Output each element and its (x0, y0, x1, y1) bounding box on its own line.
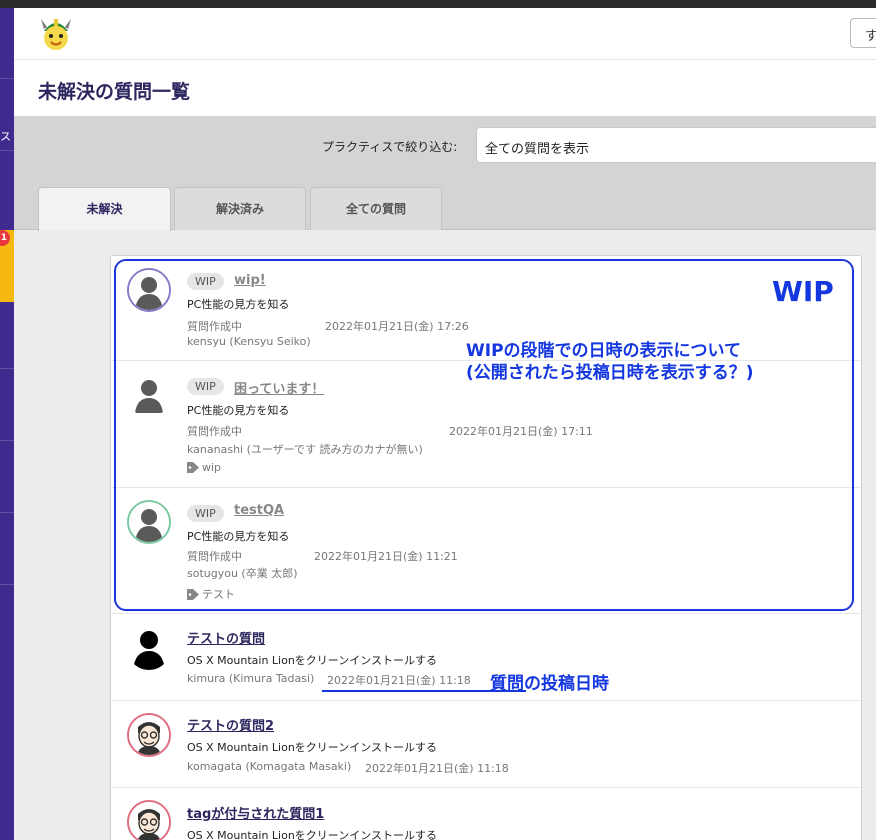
nav-divider (0, 584, 14, 585)
practice-filter-bar: プラクティスで絞り込む: 全ての質問を表示 (14, 116, 876, 176)
header: す (14, 8, 876, 60)
nav-divider (0, 150, 14, 151)
annotation-note-line: WIPの段階での日時の表示について (466, 341, 742, 361)
viking-logo-icon[interactable] (38, 13, 74, 53)
nav-divider (0, 368, 14, 369)
question-title-link[interactable]: tagが付与された質問1 (187, 803, 324, 822)
tab-all-questions[interactable]: 全ての質問 (310, 187, 442, 230)
annotation-note: WIPの段階での日時の表示について (公開されたら投稿日時を表示する？) (466, 340, 754, 384)
question-item: tagが付与された質問1 OS X Mountain Lionをクリーンインスト… (111, 788, 861, 840)
question-title-link[interactable]: テストの質問2 (187, 715, 274, 734)
page-title: 未解決の質問一覧 (38, 81, 191, 103)
nav-divider (0, 440, 14, 441)
nav-divider (0, 78, 14, 79)
question-date: 2022年01月21日(金) 11:18 (365, 762, 509, 775)
window-top-bar (0, 0, 876, 8)
avatar[interactable] (127, 626, 171, 670)
tab-solved[interactable]: 解決済み (174, 187, 306, 230)
question-title-link[interactable]: テストの質問 (187, 628, 265, 647)
question-tabs: 未解決 解決済み 全ての質問 (14, 176, 876, 231)
user-name[interactable]: komagata (Komagata Masaki) (187, 760, 351, 773)
question-date: 2022年01月21日(金) 11:18 (327, 674, 471, 687)
avatar[interactable] (127, 713, 171, 757)
nav-item-label[interactable]: ス (0, 128, 11, 144)
question-item: テストの質問 OS X Mountain Lionをクリーンインストールする k… (111, 614, 861, 701)
avatar[interactable] (127, 800, 171, 840)
question-item: テストの質問2 OS X Mountain Lionをクリーンインストールする … (111, 701, 861, 788)
practice-name[interactable]: OS X Mountain Lionをクリーンインストールする (187, 827, 437, 840)
practice-name[interactable]: OS X Mountain Lionをクリーンインストールする (187, 739, 437, 755)
user-name[interactable]: kimura (Kimura Tadasi) (187, 672, 314, 685)
filter-label: プラクティスで絞り込む: (322, 140, 458, 154)
tab-unsolved[interactable]: 未解決 (38, 187, 171, 231)
post-date-annotation: 質問の投稿日時 (490, 674, 609, 694)
header-menu-button[interactable]: す (850, 18, 876, 48)
practice-name[interactable]: OS X Mountain Lionをクリーンインストールする (187, 652, 437, 668)
global-nav-sidebar: ス 1 (0, 8, 14, 840)
nav-divider (0, 512, 14, 513)
wip-annotation-box (114, 259, 854, 611)
annotation-note-line: (公開されたら投稿日時を表示する？) (466, 363, 754, 383)
page-header: 未解決の質問一覧 (14, 60, 876, 116)
wip-annotation-label: WIP (772, 275, 834, 308)
practice-filter-select[interactable]: 全ての質問を表示 (476, 127, 876, 163)
